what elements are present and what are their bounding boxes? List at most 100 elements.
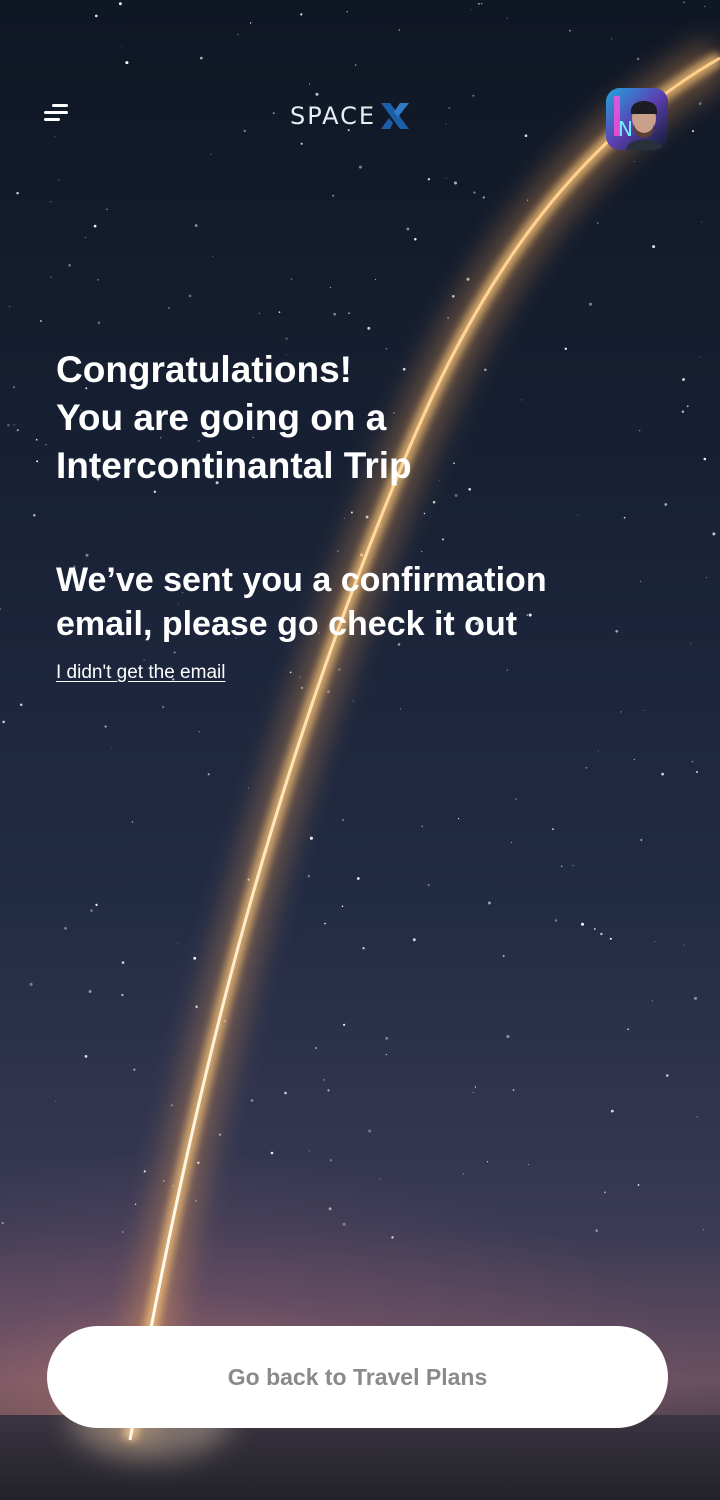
star xyxy=(385,1053,388,1056)
star xyxy=(421,825,424,828)
subhead-line: We’ve sent you a confirmation xyxy=(56,561,547,599)
star xyxy=(666,1074,669,1077)
star xyxy=(13,424,15,426)
star xyxy=(162,705,165,709)
star xyxy=(512,1089,515,1091)
star xyxy=(466,277,470,281)
star xyxy=(610,1109,614,1113)
star xyxy=(400,708,402,710)
star xyxy=(406,227,410,231)
star xyxy=(322,1078,325,1081)
star xyxy=(473,191,476,194)
star xyxy=(343,1023,346,1026)
star xyxy=(686,405,689,408)
star xyxy=(627,1028,630,1031)
star xyxy=(97,321,101,325)
star xyxy=(143,1170,146,1173)
star xyxy=(270,1151,274,1155)
star xyxy=(705,577,707,578)
star xyxy=(315,1047,317,1049)
star xyxy=(652,1000,653,1002)
user-avatar[interactable]: N xyxy=(606,88,668,150)
star xyxy=(68,264,71,267)
star xyxy=(604,1191,606,1194)
star xyxy=(131,821,134,823)
star xyxy=(472,1091,475,1094)
star xyxy=(162,1180,165,1182)
star xyxy=(527,1164,529,1166)
star xyxy=(50,201,52,203)
star xyxy=(16,191,19,195)
star xyxy=(193,956,197,960)
star xyxy=(511,841,513,843)
confirmation-message: We’ve sent you a confirmation email, ple… xyxy=(56,558,666,646)
confirmation-content: Congratulations! You are going on a Inte… xyxy=(56,346,666,684)
star xyxy=(258,312,261,314)
star xyxy=(427,883,430,887)
star xyxy=(106,208,108,211)
star xyxy=(593,927,596,931)
star xyxy=(307,874,311,878)
headline-line: Congratulations! xyxy=(56,349,352,390)
star xyxy=(309,836,313,840)
star xyxy=(168,307,170,309)
star xyxy=(93,224,97,228)
star xyxy=(454,181,457,185)
star xyxy=(300,686,304,690)
star xyxy=(597,750,599,752)
horizon-glow xyxy=(0,1150,720,1500)
star xyxy=(121,993,124,997)
star xyxy=(177,942,179,944)
star xyxy=(527,199,529,201)
star xyxy=(104,725,107,728)
star xyxy=(0,608,2,610)
star xyxy=(133,1068,136,1071)
star xyxy=(36,460,39,463)
star xyxy=(39,320,42,322)
star xyxy=(327,1089,330,1092)
star xyxy=(170,1104,173,1107)
star xyxy=(551,828,554,831)
star xyxy=(1,1221,4,1225)
logo-x-mark-icon xyxy=(381,103,410,129)
star xyxy=(640,839,643,841)
star xyxy=(703,457,707,461)
star xyxy=(379,1178,381,1180)
star xyxy=(595,1229,599,1232)
star xyxy=(328,1207,332,1211)
headline-line: You are going on a xyxy=(56,397,387,438)
star xyxy=(218,1133,222,1136)
star xyxy=(367,326,371,330)
stars-field xyxy=(0,1,716,1249)
star xyxy=(191,1195,193,1196)
star xyxy=(197,1161,200,1164)
back-to-travel-plans-button[interactable]: Go back to Travel Plans xyxy=(47,1326,668,1428)
star xyxy=(194,1199,197,1202)
subhead-line: email, please go check it out xyxy=(56,605,518,643)
star xyxy=(600,932,603,936)
star xyxy=(681,410,685,414)
star xyxy=(88,990,92,993)
star xyxy=(50,276,52,278)
star xyxy=(486,1161,489,1163)
star xyxy=(693,996,698,1000)
star xyxy=(572,865,574,867)
star xyxy=(581,922,584,926)
star xyxy=(515,798,517,800)
star xyxy=(683,944,685,946)
star xyxy=(329,286,332,289)
star xyxy=(33,514,36,517)
star xyxy=(96,278,99,281)
star xyxy=(198,731,200,733)
menu-icon[interactable] xyxy=(38,98,78,138)
svg-text:N: N xyxy=(618,117,633,141)
star xyxy=(134,1203,137,1205)
star xyxy=(487,901,491,905)
avatar-portrait-icon: N xyxy=(606,88,668,150)
resend-email-link[interactable]: I didn't get the email xyxy=(56,662,225,684)
page-title: Congratulations! You are going on a Inte… xyxy=(56,346,666,490)
star xyxy=(308,1150,310,1152)
star xyxy=(324,922,326,925)
menu-icon-line xyxy=(44,111,68,114)
star xyxy=(284,1091,287,1095)
